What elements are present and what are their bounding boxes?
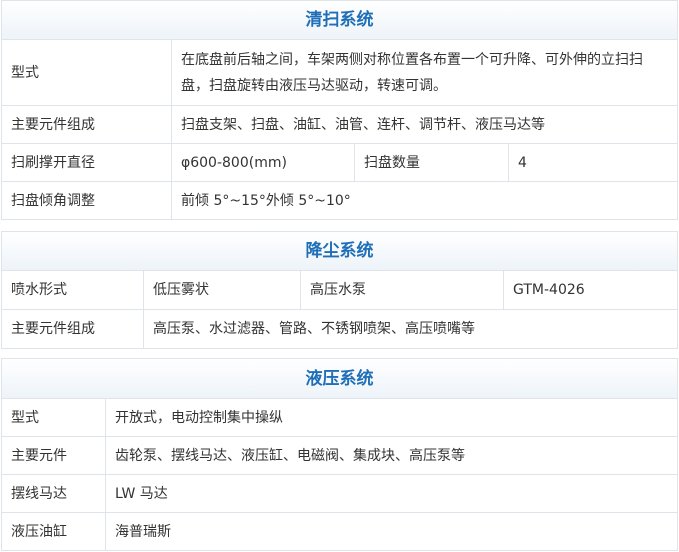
pump-value: GTM-4026 bbox=[503, 270, 678, 310]
brush-diameter-value: φ600-800(mm) bbox=[171, 143, 355, 182]
dust-system-table: 降尘系统 喷水形式 低压雾状 高压水泵 GTM-4026 主要元件组成 高压泵、… bbox=[1, 231, 678, 349]
cylinder-value: 海普瑞斯 bbox=[105, 512, 678, 551]
cleaning-components-value: 扫盘支架、扫盘、油缸、油管、连杆、调节杆、液压马达等 bbox=[171, 105, 678, 144]
brush-diameter-label: 扫刷撑开直径 bbox=[1, 143, 172, 182]
brush-count-value: 4 bbox=[508, 143, 678, 182]
dust-components-value: 高压泵、水过滤器、管路、不锈钢喷架、高压喷嘴等 bbox=[143, 309, 678, 349]
hydraulic-system-title: 液压系统 bbox=[1, 358, 678, 399]
cleaning-type-value: 在底盘前后轴之间，车架两侧对称位置各布置一个可升降、可外伸的立扫扫盘，扫盘旋转由… bbox=[171, 39, 678, 106]
brush-count-label: 扫盘数量 bbox=[354, 143, 509, 182]
cleaning-system-title: 清扫系统 bbox=[1, 0, 678, 40]
dust-components-label: 主要元件组成 bbox=[1, 309, 144, 349]
hydraulic-type-label: 型式 bbox=[1, 398, 106, 437]
dust-system-title: 降尘系统 bbox=[1, 231, 678, 271]
pump-label: 高压水泵 bbox=[300, 270, 504, 310]
brush-tilt-value: 前倾 5°~15°外倾 5°~10° bbox=[171, 181, 678, 220]
hydraulic-type-value: 开放式，电动控制集中操纵 bbox=[105, 398, 678, 437]
cleaning-system-table: 清扫系统 型式 在底盘前后轴之间，车架两侧对称位置各布置一个可升降、可外伸的立扫… bbox=[1, 0, 678, 220]
motor-label: 摆线马达 bbox=[1, 474, 106, 513]
cleaning-type-label: 型式 bbox=[1, 39, 172, 106]
hydraulic-components-value: 齿轮泵、摆线马达、液压缸、电磁阀、集成块、高压泵等 bbox=[105, 436, 678, 475]
hydraulic-system-table: 液压系统 型式 开放式，电动控制集中操纵 主要元件 齿轮泵、摆线马达、液压缸、电… bbox=[1, 358, 678, 551]
motor-value: LW 马达 bbox=[105, 474, 678, 513]
hydraulic-components-label: 主要元件 bbox=[1, 436, 106, 475]
spray-type-label: 喷水形式 bbox=[1, 270, 144, 310]
cleaning-components-label: 主要元件组成 bbox=[1, 105, 172, 144]
brush-tilt-label: 扫盘倾角调整 bbox=[1, 181, 172, 220]
spray-type-value: 低压雾状 bbox=[143, 270, 301, 310]
cylinder-label: 液压油缸 bbox=[1, 512, 106, 551]
